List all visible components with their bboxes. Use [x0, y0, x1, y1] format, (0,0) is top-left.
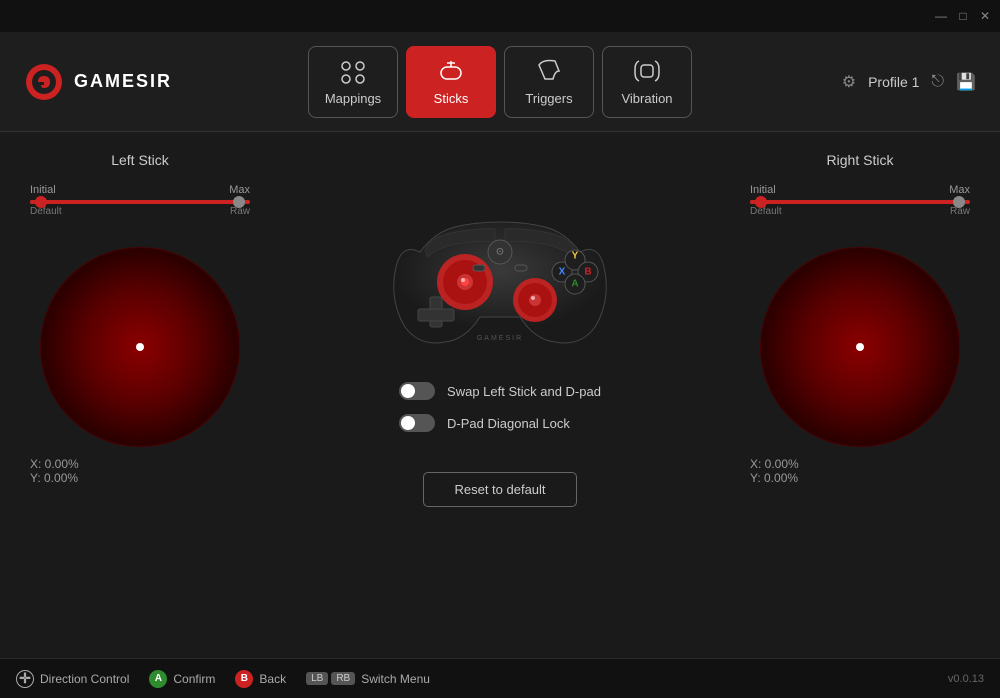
- sticks-tab-label: Sticks: [434, 91, 469, 106]
- dpad-diagonal-toggle[interactable]: [399, 414, 435, 432]
- tab-mappings[interactable]: Mappings: [308, 46, 398, 118]
- svg-text:GAMESIR: GAMESIR: [477, 335, 523, 342]
- vibration-icon: [631, 57, 663, 85]
- center-panel: Y X B A ⊙ GAMESIR Swap Left Stick and D-…: [250, 152, 750, 507]
- right-zone-circle: [760, 247, 960, 447]
- left-max-label: Max: [229, 184, 250, 196]
- triggers-icon: [533, 57, 565, 85]
- svg-text:A: A: [571, 279, 578, 290]
- swap-stick-toggle-row: Swap Left Stick and D-pad: [399, 382, 601, 400]
- svg-text:⊙: ⊙: [496, 247, 504, 258]
- svg-text:Y: Y: [572, 251, 579, 262]
- toggle-options: Swap Left Stick and D-pad D-Pad Diagonal…: [399, 382, 601, 432]
- gamesir-logo-icon: [24, 62, 64, 102]
- triggers-tab-label: Triggers: [525, 91, 572, 106]
- right-slider-initial-thumb[interactable]: [755, 196, 767, 208]
- left-stick-title: Left Stick: [111, 152, 169, 168]
- main-content: Left Stick Initial Max Default Raw X: 0.…: [0, 132, 1000, 658]
- tab-triggers[interactable]: Triggers: [504, 46, 594, 118]
- right-stick-panel: Right Stick Initial Max Default Raw X: 0…: [750, 152, 970, 485]
- maximize-button[interactable]: □: [956, 9, 970, 23]
- mappings-icon: [337, 57, 369, 85]
- profile-save-icon[interactable]: 💾: [956, 72, 976, 92]
- left-slider-max-thumb[interactable]: [233, 196, 245, 208]
- confirm-item: A Confirm: [149, 670, 215, 688]
- right-default-label: Default: [750, 206, 782, 217]
- swap-stick-knob: [401, 384, 415, 398]
- dpad-diagonal-knob: [401, 416, 415, 430]
- right-stick-slider-row: Initial Max Default Raw: [750, 184, 970, 217]
- title-bar: — □ ✕: [0, 0, 1000, 32]
- swap-stick-label: Swap Left Stick and D-pad: [447, 384, 601, 399]
- left-initial-label: Initial: [30, 184, 56, 196]
- minimize-button[interactable]: —: [934, 9, 948, 23]
- controller-image: Y X B A ⊙ GAMESIR: [370, 172, 630, 362]
- left-stick-slider-row: Initial Max Default Raw: [30, 184, 250, 217]
- right-slider-fill: [750, 200, 970, 204]
- bottom-bar: ✛ Direction Control A Confirm B Back LB …: [0, 658, 1000, 698]
- left-slider-fill: [30, 200, 250, 204]
- direction-control-label: Direction Control: [40, 672, 129, 686]
- nav-tabs: Mappings Sticks Triggers Vibr: [308, 46, 692, 118]
- right-slider-max-thumb[interactable]: [953, 196, 965, 208]
- tab-sticks[interactable]: Sticks: [406, 46, 496, 118]
- left-default-label: Default: [30, 206, 62, 217]
- left-stick-x: X: 0.00%: [30, 457, 250, 471]
- b-button-badge: B: [235, 670, 253, 688]
- gear-icon: ⚙: [842, 72, 856, 92]
- rb-badge: RB: [331, 672, 355, 685]
- right-stick-x: X: 0.00%: [750, 457, 970, 471]
- dpad-badge: ✛: [16, 670, 34, 688]
- right-max-label: Max: [949, 184, 970, 196]
- version-text: v0.0.13: [948, 673, 984, 685]
- mappings-tab-label: Mappings: [325, 91, 381, 106]
- logo-text: GAMESIR: [74, 71, 172, 92]
- dpad-diagonal-toggle-row: D-Pad Diagonal Lock: [399, 414, 570, 432]
- left-stick-coords: X: 0.00% Y: 0.00%: [30, 457, 250, 485]
- back-item: B Back: [235, 670, 286, 688]
- dpad-diagonal-label: D-Pad Diagonal Lock: [447, 416, 570, 431]
- left-slider-initial-thumb[interactable]: [35, 196, 47, 208]
- reset-default-button[interactable]: Reset to default: [423, 472, 576, 507]
- lb-badge: LB: [306, 672, 328, 685]
- lb-rb-buttons: LB RB: [306, 672, 355, 685]
- right-stick-coords: X: 0.00% Y: 0.00%: [750, 457, 970, 485]
- left-stick-panel: Left Stick Initial Max Default Raw X: 0.…: [30, 152, 250, 485]
- direction-control-item: ✛ Direction Control: [16, 670, 129, 688]
- header: GAMESIR Mappings Sticks: [0, 32, 1000, 132]
- svg-text:B: B: [584, 267, 591, 278]
- profile-export-icon[interactable]: ⎋: [931, 73, 944, 91]
- logo-area: GAMESIR: [24, 62, 184, 102]
- right-stick-y: Y: 0.00%: [750, 471, 970, 485]
- right-stick-title: Right Stick: [827, 152, 894, 168]
- profile-name: Profile 1: [868, 74, 919, 90]
- switch-menu-label: Switch Menu: [361, 672, 430, 686]
- vibration-tab-label: Vibration: [621, 91, 672, 106]
- sticks-icon: [435, 57, 467, 85]
- right-initial-label: Initial: [750, 184, 776, 196]
- tab-vibration[interactable]: Vibration: [602, 46, 692, 118]
- back-label: Back: [259, 672, 286, 686]
- left-stick-y: Y: 0.00%: [30, 471, 250, 485]
- confirm-label: Confirm: [173, 672, 215, 686]
- left-stick-dot: [136, 343, 144, 351]
- switch-menu-item: LB RB Switch Menu: [306, 672, 430, 686]
- left-zone-circle: [40, 247, 240, 447]
- left-stick-slider[interactable]: [30, 200, 250, 204]
- swap-stick-toggle[interactable]: [399, 382, 435, 400]
- a-button-badge: A: [149, 670, 167, 688]
- right-stick-dot: [856, 343, 864, 351]
- svg-text:X: X: [559, 267, 566, 278]
- profile-area: ⚙ Profile 1 ⎋ 💾: [816, 72, 976, 92]
- right-stick-slider[interactable]: [750, 200, 970, 204]
- close-button[interactable]: ✕: [978, 9, 992, 23]
